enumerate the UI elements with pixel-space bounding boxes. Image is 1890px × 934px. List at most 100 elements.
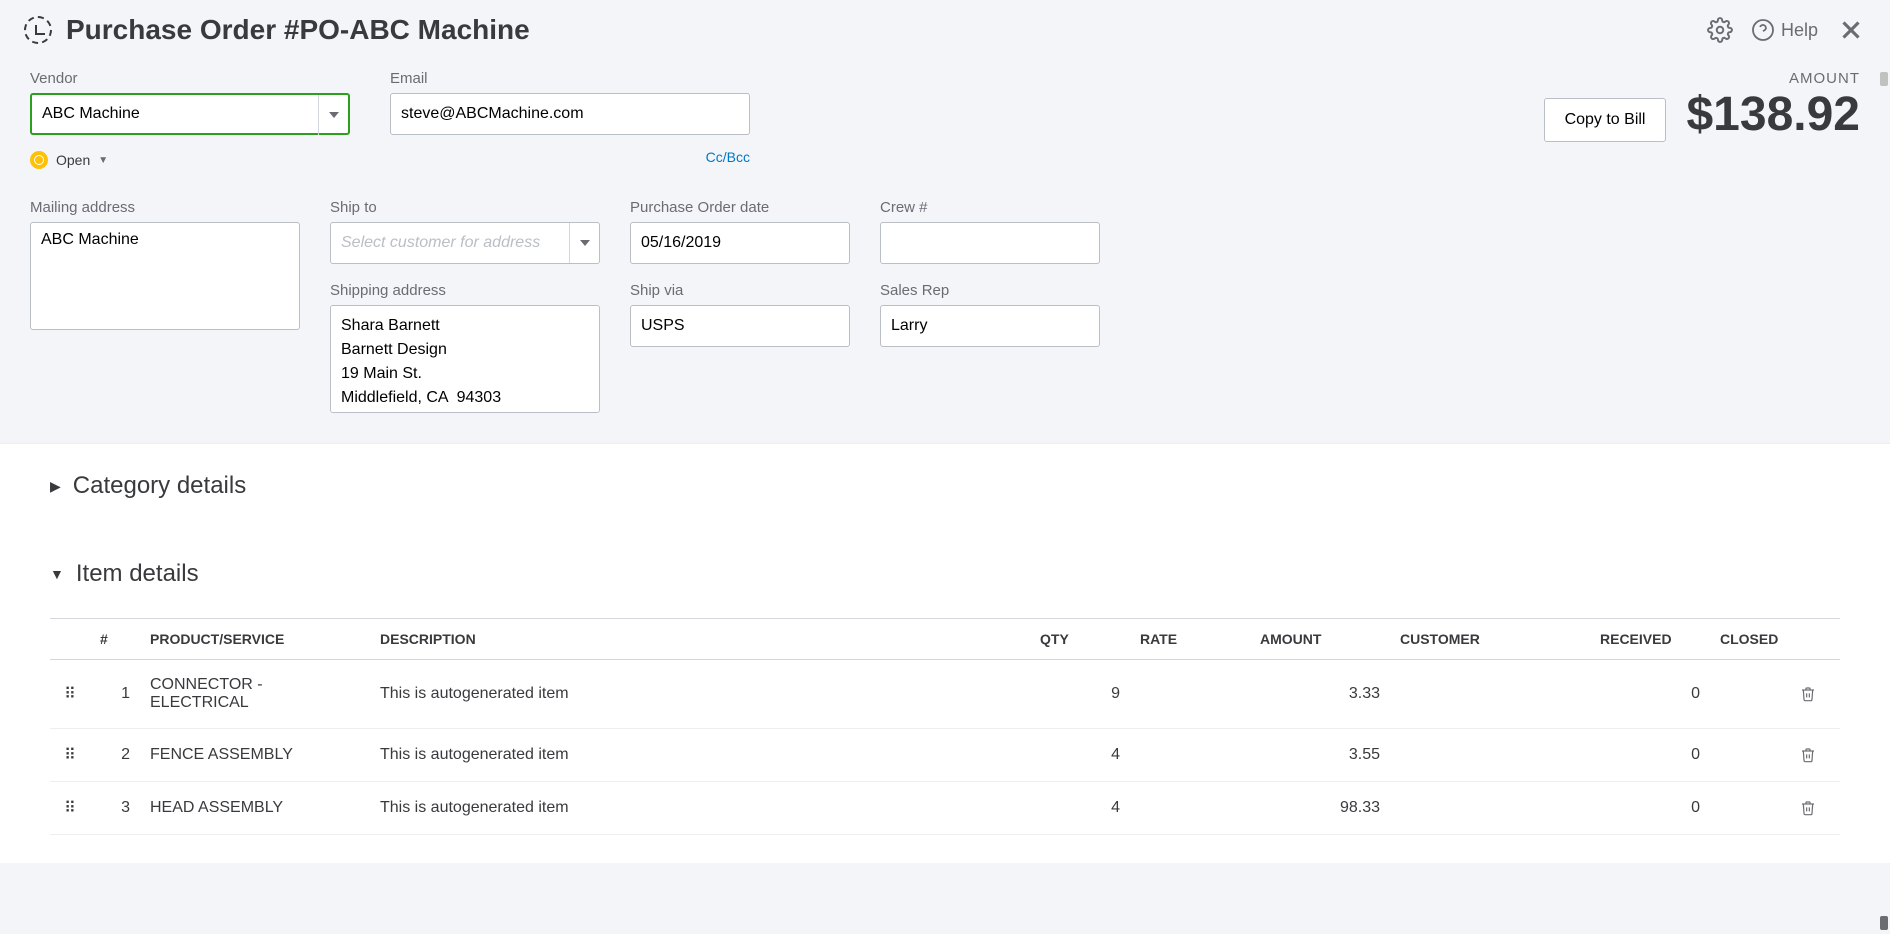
trash-icon: [1800, 746, 1816, 764]
podate-column: Purchase Order date Ship via: [630, 199, 850, 347]
cell-qty[interactable]: 9: [1030, 660, 1130, 729]
drag-handle-icon[interactable]: ⠿: [50, 782, 90, 835]
shipto-label: Ship to: [330, 199, 600, 216]
cell-rate[interactable]: [1130, 782, 1250, 835]
cell-description[interactable]: This is autogenerated item: [370, 660, 1030, 729]
cell-amount[interactable]: 3.33: [1250, 660, 1390, 729]
shipto-field: Ship to Select customer for address: [330, 199, 600, 264]
white-section: ▶ Category details ▼ Item details # PROD…: [0, 443, 1890, 863]
amount-value: $138.92: [1686, 87, 1860, 142]
ccbcc-link[interactable]: Cc/Bcc: [390, 149, 750, 165]
cell-qty[interactable]: 4: [1030, 729, 1130, 782]
cell-amount[interactable]: 98.33: [1250, 782, 1390, 835]
status-badge-icon: [30, 151, 48, 169]
delete-row-button[interactable]: [1790, 660, 1840, 729]
status-text: Open: [56, 152, 90, 168]
crew-label: Crew #: [880, 199, 1100, 216]
cell-product[interactable]: CONNECTOR - ELECTRICAL: [140, 660, 370, 729]
items-section-header[interactable]: ▼ Item details: [50, 560, 1840, 588]
form-right: Copy to Bill AMOUNT $138.92: [1544, 70, 1860, 142]
cell-qty[interactable]: 4: [1030, 782, 1130, 835]
cell-description[interactable]: This is autogenerated item: [370, 782, 1030, 835]
close-button[interactable]: [1836, 15, 1866, 45]
history-icon[interactable]: [24, 16, 52, 44]
delete-row-button[interactable]: [1790, 729, 1840, 782]
help-icon: [1751, 18, 1775, 42]
copy-to-bill-button[interactable]: Copy to Bill: [1544, 98, 1667, 142]
table-row[interactable]: ⠿ 1 CONNECTOR - ELECTRICAL This is autog…: [50, 660, 1840, 729]
col-description: DESCRIPTION: [370, 619, 1030, 660]
help-button[interactable]: Help: [1751, 18, 1818, 42]
podate-input[interactable]: [630, 222, 850, 264]
crew-column: Crew # Sales Rep: [880, 199, 1100, 347]
email-field: Email Cc/Bcc: [390, 70, 750, 169]
cell-customer[interactable]: [1390, 782, 1590, 835]
table-row[interactable]: ⠿ 3 HEAD ASSEMBLY This is autogenerated …: [50, 782, 1840, 835]
table-row[interactable]: ⠿ 2 FENCE ASSEMBLY This is autogenerated…: [50, 729, 1840, 782]
email-label: Email: [390, 70, 750, 87]
header-right: Help: [1707, 15, 1866, 45]
vendor-input[interactable]: [42, 105, 338, 123]
trash-icon: [1800, 685, 1816, 703]
mailing-address-input[interactable]: [30, 222, 300, 330]
delete-row-button[interactable]: [1790, 782, 1840, 835]
shipping-address-input[interactable]: [330, 305, 600, 413]
cell-closed[interactable]: [1710, 782, 1790, 835]
cell-received[interactable]: 0: [1590, 660, 1710, 729]
vendor-select[interactable]: [30, 93, 350, 135]
cell-description[interactable]: This is autogenerated item: [370, 729, 1030, 782]
cell-closed[interactable]: [1710, 729, 1790, 782]
salesrep-label: Sales Rep: [880, 282, 1100, 299]
cell-rate[interactable]: [1130, 729, 1250, 782]
shipvia-field: Ship via: [630, 282, 850, 347]
col-qty: QTY: [1030, 619, 1130, 660]
scrollbar-thumb[interactable]: [1880, 72, 1888, 86]
help-label: Help: [1781, 20, 1818, 41]
status-row[interactable]: Open ▼: [30, 151, 350, 169]
cell-customer[interactable]: [1390, 729, 1590, 782]
vendor-dropdown-arrow[interactable]: [318, 95, 348, 135]
cell-received[interactable]: 0: [1590, 782, 1710, 835]
cell-received[interactable]: 0: [1590, 729, 1710, 782]
items-section-title: Item details: [76, 560, 199, 588]
triangle-right-icon: ▶: [50, 478, 61, 495]
salesrep-input[interactable]: [880, 305, 1100, 347]
email-input[interactable]: [390, 93, 750, 135]
close-icon: [1836, 15, 1866, 45]
settings-button[interactable]: [1707, 17, 1733, 43]
crew-input[interactable]: [880, 222, 1100, 264]
header-left: Purchase Order #PO-ABC Machine: [24, 14, 530, 46]
drag-handle-icon[interactable]: ⠿: [50, 660, 90, 729]
cell-product[interactable]: FENCE ASSEMBLY: [140, 729, 370, 782]
page-title: Purchase Order #PO-ABC Machine: [66, 14, 530, 46]
shipping-field: Shipping address: [330, 282, 600, 413]
shipto-column: Ship to Select customer for address Ship…: [330, 199, 600, 413]
vendor-label: Vendor: [30, 70, 350, 87]
shipto-dropdown-arrow[interactable]: [569, 223, 599, 263]
form-upper: Vendor Open ▼ Email Cc/Bcc Copy to Bill …: [0, 60, 1890, 199]
form-details: Mailing address Ship to Select customer …: [0, 199, 1890, 443]
scrollbar-thumb[interactable]: [1880, 916, 1888, 930]
col-product: PRODUCT/SERVICE: [140, 619, 370, 660]
shipto-select[interactable]: Select customer for address: [330, 222, 600, 264]
cell-product[interactable]: HEAD ASSEMBLY: [140, 782, 370, 835]
cell-num: 1: [90, 660, 140, 729]
shipping-label: Shipping address: [330, 282, 600, 299]
cell-customer[interactable]: [1390, 660, 1590, 729]
form-left: Vendor Open ▼ Email Cc/Bcc: [30, 70, 750, 169]
chevron-down-icon: [329, 112, 339, 118]
cell-rate[interactable]: [1130, 660, 1250, 729]
category-section-header[interactable]: ▶ Category details: [50, 472, 1840, 500]
col-num: #: [90, 619, 140, 660]
shipvia-label: Ship via: [630, 282, 850, 299]
drag-handle-icon[interactable]: ⠿: [50, 729, 90, 782]
cell-amount[interactable]: 3.55: [1250, 729, 1390, 782]
amount-block: AMOUNT $138.92: [1686, 70, 1860, 142]
col-customer: CUSTOMER: [1390, 619, 1590, 660]
header: Purchase Order #PO-ABC Machine Help: [0, 0, 1890, 60]
podate-label: Purchase Order date: [630, 199, 850, 216]
cell-closed[interactable]: [1710, 660, 1790, 729]
mailing-label: Mailing address: [30, 199, 300, 216]
chevron-down-icon: ▼: [98, 155, 108, 166]
shipvia-input[interactable]: [630, 305, 850, 347]
